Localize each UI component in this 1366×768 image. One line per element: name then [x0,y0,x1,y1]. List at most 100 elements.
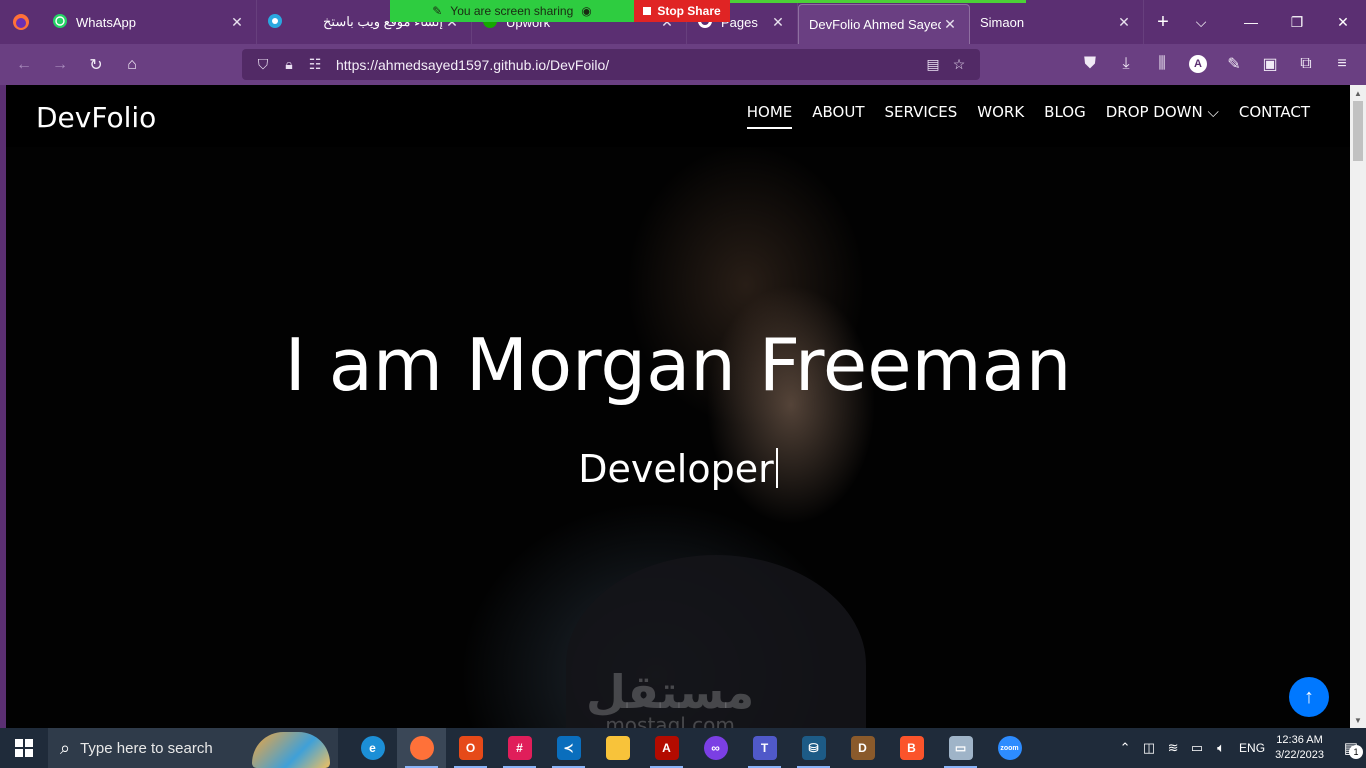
restore-button[interactable]: ❐ [1274,0,1320,44]
screen-share-text: You are screen sharing [450,4,574,18]
stop-share-label: Stop Share [657,4,721,18]
acrobat-icon[interactable]: A [642,728,691,768]
teams-icon[interactable]: T [740,728,789,768]
minimize-button[interactable]: — [1228,0,1274,44]
menu-icon[interactable]: ≡ [1324,48,1360,80]
language-indicator[interactable]: ENG [1239,741,1265,755]
shield-icon[interactable]: ⛉ [250,56,276,73]
whatsapp-icon [52,13,68,32]
close-icon[interactable]: ✕ [228,13,246,31]
extensions-icon[interactable]: ⧉ [1288,48,1324,80]
close-icon[interactable]: ✕ [1115,13,1133,31]
typed-text: Developer [578,447,774,491]
dbeaver-icon[interactable]: D [838,728,887,768]
tab-label: DevFolio Ahmed Sayed [809,17,941,32]
notification-center-button[interactable]: ▤ 1 [1336,728,1366,768]
watermark-url: mostaql.com [605,713,735,728]
url-text[interactable]: https://ahmedsayed1597.github.io/DevFoil… [336,57,920,73]
battery-icon[interactable]: ▭ [1185,740,1209,756]
scroll-up-icon[interactable]: ▲ [1350,85,1366,101]
tab-simaon[interactable]: Simaon ✕ [970,0,1144,44]
shield-icon: ◉ [581,4,592,18]
account-icon[interactable]: A [1180,48,1216,80]
system-tray: ⌃ ◫ ≋ ▭ 🔈︎ ENG 12:36 AM 3/22/2023 ▤ 1 [1113,728,1366,768]
edge-icon[interactable]: e [348,728,397,768]
tab-whatsapp[interactable]: WhatsApp ✕ [42,0,257,44]
close-icon[interactable]: ✕ [769,13,787,31]
dolphin-anty-icon[interactable]: ∞ [691,728,740,768]
clock-time: 12:36 AM [1276,734,1323,746]
search-icon: ⌕ [60,737,71,758]
home-icon[interactable]: ⌂ [114,49,150,81]
notification-count: 1 [1349,745,1363,759]
screen-share-bar: ✎ You are screen sharing ◉ Stop Share [390,0,730,22]
bookmark-star-icon[interactable]: ☆ [946,56,972,73]
lock-icon[interactable]: 🔒︎ [276,56,302,73]
menu-item-blog[interactable]: BLOG [1044,103,1086,129]
reload-icon[interactable]: ↻ [78,49,114,81]
close-icon[interactable]: ✕ [941,16,959,34]
address-bar[interactable]: ⛉ 🔒︎ ☷ https://ahmedsayed1597.github.io/… [242,49,980,80]
zoom-icon[interactable]: zoom [985,728,1034,768]
clock[interactable]: 12:36 AM 3/22/2023 [1275,733,1324,763]
site-menu: HOME ABOUT SERVICES WORK BLOG DROP DOWN … [727,103,1310,129]
back-icon[interactable]: ← [6,49,42,81]
permissions-icon[interactable]: ☷ [302,56,328,73]
slack-icon[interactable]: # [495,728,544,768]
remote-desktop-icon[interactable]: ▭ [936,728,985,768]
scroll-thumb[interactable] [1353,101,1363,161]
firefox-icon[interactable] [0,0,42,44]
wifi-icon[interactable]: ≋ [1161,740,1185,756]
office-icon[interactable]: O [446,728,495,768]
menu-item-contact[interactable]: CONTACT [1239,103,1310,129]
hero-title: I am Morgan Freeman [284,323,1072,407]
menu-item-services[interactable]: SERVICES [885,103,958,129]
menu-item-dropdown[interactable]: DROP DOWN ⌵ [1106,103,1219,129]
window-controls: — ❐ ✕ [1228,0,1366,44]
clock-date: 3/22/2023 [1275,749,1324,761]
nav-toolbar: ← → ↻ ⌂ ⛉ 🔒︎ ☷ https://ahmedsayed1597.gi… [0,44,1366,85]
mostaql-watermark: مستقل mostaql.com [586,665,754,728]
brave-icon[interactable]: B [887,728,936,768]
menu-item-work[interactable]: WORK [977,103,1024,129]
chevron-down-icon[interactable]: ⌵ [1182,0,1220,44]
screenshot-icon[interactable]: ▣ [1252,48,1288,80]
speaker-icon[interactable]: 🔈︎ [1209,740,1233,756]
windows-taskbar: ⌕ Type here to search e O # ≺ A ∞ T ⛁ D … [0,728,1366,768]
back-to-top-button[interactable]: ↑ [1289,677,1329,717]
new-tab-button[interactable]: + [1144,0,1182,44]
stop-share-button[interactable]: Stop Share [634,0,730,22]
pin-icon: ✎ [432,4,443,18]
menu-item-about[interactable]: ABOUT [812,103,864,129]
typing-caret [775,448,778,488]
tab-label: WhatsApp [76,14,136,30]
globe-icon [267,13,283,32]
vscode-icon[interactable]: ≺ [544,728,593,768]
site-logo[interactable]: DevFolio [36,101,156,134]
pocket-icon[interactable]: ⛊ [1072,48,1108,80]
color-picker-icon[interactable]: ✎ [1216,48,1252,80]
tab-devfolio[interactable]: DevFolio Ahmed Sayed ✕ [798,4,970,44]
page-scrollbar[interactable]: ▲ ▼ [1350,85,1366,728]
taskbar-apps: e O # ≺ A ∞ T ⛁ D B ▭ zoom [348,728,1034,768]
reader-view-icon[interactable]: ▤ [920,56,946,73]
search-placeholder: Type here to search [80,739,213,757]
file-explorer-icon[interactable] [593,728,642,768]
camera-icon[interactable]: ◫ [1137,740,1161,756]
firefox-taskbar-icon[interactable] [397,728,446,768]
close-window-button[interactable]: ✕ [1320,0,1366,44]
watermark-logo-text: مستقل [586,665,755,719]
menu-item-home[interactable]: HOME [746,103,792,129]
chevron-up-icon[interactable]: ⌃ [1113,740,1137,756]
library-icon[interactable]: ⫼ [1144,48,1180,80]
search-highlight-image [252,732,330,768]
taskbar-search[interactable]: ⌕ Type here to search [48,728,338,768]
toolbar-right-icons: ⛊ ⤓ ⫼ A ✎ ▣ ⧉ ≡ [1072,48,1360,80]
mysql-workbench-icon[interactable]: ⛁ [789,728,838,768]
start-button[interactable] [0,728,48,768]
forward-icon[interactable]: → [42,49,78,81]
windows-icon [15,739,33,757]
stop-icon [643,7,652,15]
scroll-down-icon[interactable]: ▼ [1350,712,1366,728]
download-icon[interactable]: ⤓ [1108,48,1144,80]
